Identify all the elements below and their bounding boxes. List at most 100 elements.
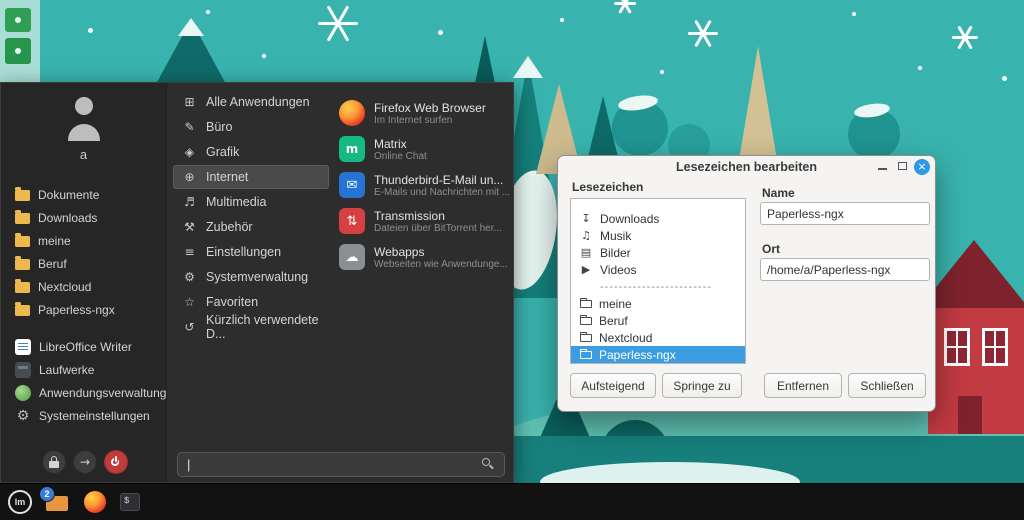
bookmark-paperless-ngx-selected[interactable]: Paperless-ngx bbox=[571, 346, 745, 363]
user-avatar[interactable] bbox=[60, 95, 108, 143]
bookmark-videos[interactable]: ▶ Videos bbox=[571, 261, 745, 278]
wallpaper-snow-cap bbox=[178, 18, 204, 36]
close-dialog-button[interactable]: Schließen bbox=[848, 373, 926, 398]
category-internet[interactable]: ⊕ Internet bbox=[173, 165, 329, 189]
bookmark-beruf[interactable]: Beruf bbox=[571, 312, 745, 329]
bookmark-downloads[interactable]: ↧ Downloads bbox=[571, 210, 745, 227]
sidebar-place-paperless-ngx[interactable]: Paperless-ngx bbox=[1, 298, 166, 321]
remove-button[interactable]: Entfernen bbox=[764, 373, 842, 398]
bookmarks-edit-dialog: Lesezeichen bearbeiten × Lesezeichen ↧ D… bbox=[557, 155, 936, 412]
sidebar-item-libreoffice-writer[interactable]: LibreOffice Writer bbox=[1, 335, 166, 358]
category-label: Favoriten bbox=[206, 295, 258, 309]
recent-icon: ↺ bbox=[182, 320, 197, 334]
files-window-button[interactable]: 2 bbox=[46, 493, 70, 511]
app-text: Thunderbird-E-Mail un... E-Mails und Nac… bbox=[374, 173, 510, 198]
app-description: Online Chat bbox=[374, 151, 427, 162]
app-description: E-Mails und Nachrichten mit ... bbox=[374, 187, 510, 198]
bookmark-separator: ------------------------ bbox=[571, 278, 745, 295]
snowflake-icon bbox=[614, 2, 636, 5]
logout-button[interactable]: → bbox=[73, 450, 97, 474]
firefox-taskbar-button[interactable] bbox=[84, 491, 106, 513]
application-list: Firefox Web Browser Im Internet surfen m… bbox=[335, 83, 515, 275]
category-buero[interactable]: ✎ Büro bbox=[173, 115, 329, 139]
username-label: a bbox=[1, 147, 166, 162]
folder-icon bbox=[15, 190, 30, 201]
dialog-titlebar[interactable]: Lesezeichen bearbeiten × bbox=[558, 156, 935, 178]
sidebar-item-systemeinstellungen[interactable]: ⚙ Systemeinstellungen bbox=[1, 404, 166, 427]
transmission-icon: ⇅ bbox=[339, 208, 365, 234]
category-zubehoer[interactable]: ⚒ Zubehör bbox=[173, 215, 329, 239]
app-thunderbird[interactable]: ✉ Thunderbird-E-Mail un... E-Mails und N… bbox=[335, 167, 515, 203]
category-favoriten[interactable]: ☆ Favoriten bbox=[173, 290, 329, 314]
minimize-button[interactable] bbox=[878, 168, 887, 170]
sidebar-item-laufwerke[interactable]: Laufwerke bbox=[1, 358, 166, 381]
mint-menu-button[interactable]: lm bbox=[8, 490, 32, 514]
graphics-icon: ◈ bbox=[182, 145, 197, 159]
category-label: Systemverwaltung bbox=[206, 270, 308, 284]
bookmark-musik[interactable]: ♫ Musik bbox=[571, 227, 745, 244]
ascending-button[interactable]: Aufsteigend bbox=[570, 373, 656, 398]
category-alle-anwendungen[interactable]: ⊞ Alle Anwendungen bbox=[173, 90, 329, 114]
jump-to-button[interactable]: Springe zu bbox=[662, 373, 742, 398]
category-systemverwaltung[interactable]: ⚙ Systemverwaltung bbox=[173, 265, 329, 289]
lock-screen-button[interactable] bbox=[42, 450, 66, 474]
places-list: Dokumente Downloads meine Beruf Nextclou… bbox=[1, 183, 166, 321]
bookmarks-list-label: Lesezeichen bbox=[572, 180, 643, 194]
app-name: Firefox Web Browser bbox=[374, 101, 486, 115]
session-buttons: → bbox=[42, 450, 128, 474]
category-grafik[interactable]: ◈ Grafik bbox=[173, 140, 329, 164]
taskbar-panel: lm 2 $ bbox=[0, 483, 1024, 520]
close-button[interactable]: × bbox=[914, 159, 930, 175]
software-manager-icon bbox=[15, 385, 31, 401]
drives-icon bbox=[15, 362, 31, 378]
wallpaper-house-window bbox=[982, 328, 1008, 366]
app-name: Transmission bbox=[374, 209, 502, 223]
maximize-button[interactable] bbox=[898, 162, 907, 170]
bookmarks-list[interactable]: ↧ Downloads ♫ Musik ▤ Bilder ▶ Videos --… bbox=[570, 198, 746, 364]
gear-icon: ⚙ bbox=[15, 408, 31, 424]
sidebar-item-anwendungsverwaltung[interactable]: Anwendungsverwaltung bbox=[1, 381, 166, 404]
place-label: Beruf bbox=[38, 257, 67, 271]
bookmark-meine[interactable]: meine bbox=[571, 295, 745, 312]
sidebar-place-nextcloud[interactable]: Nextcloud bbox=[1, 275, 166, 298]
video-icon: ▶ bbox=[579, 263, 593, 276]
location-input[interactable] bbox=[760, 258, 930, 281]
wallpaper-present bbox=[5, 38, 31, 64]
app-transmission[interactable]: ⇅ Transmission Dateien über BitTorrent h… bbox=[335, 203, 515, 239]
app-description: Dateien über BitTorrent her... bbox=[374, 223, 502, 234]
system-item-label: Systemeinstellungen bbox=[39, 409, 150, 423]
menu-search-input[interactable]: | bbox=[177, 452, 505, 477]
system-item-label: LibreOffice Writer bbox=[39, 340, 132, 354]
bookmark-bilder[interactable]: ▤ Bilder bbox=[571, 244, 745, 261]
sidebar-place-dokumente[interactable]: Dokumente bbox=[1, 183, 166, 206]
app-webapps[interactable]: ☁ Webapps Webseiten wie Anwendunge... bbox=[335, 239, 515, 275]
wallpaper-snow-dot bbox=[262, 54, 266, 58]
sidebar-place-beruf[interactable]: Beruf bbox=[1, 252, 166, 275]
location-field-label: Ort bbox=[762, 242, 780, 256]
wallpaper-snow-dot bbox=[438, 30, 443, 35]
globe-icon: ⊕ bbox=[182, 170, 197, 184]
power-button[interactable] bbox=[104, 450, 128, 474]
name-input[interactable] bbox=[760, 202, 930, 225]
firefox-icon bbox=[339, 100, 365, 126]
category-multimedia[interactable]: ♬ Multimedia bbox=[173, 190, 329, 214]
power-icon bbox=[110, 456, 122, 468]
sidebar-place-downloads[interactable]: Downloads bbox=[1, 206, 166, 229]
category-kuerzlich-verwendet[interactable]: ↺ Kürzlich verwendete D... bbox=[173, 315, 329, 339]
system-list: LibreOffice Writer Laufwerke Anwendungsv… bbox=[1, 335, 166, 427]
bookmark-nextcloud[interactable]: Nextcloud bbox=[571, 329, 745, 346]
app-description: Webseiten wie Anwendunge... bbox=[374, 259, 508, 270]
wallpaper-house-door bbox=[958, 396, 982, 434]
sidebar-place-meine[interactable]: meine bbox=[1, 229, 166, 252]
lock-icon bbox=[49, 461, 59, 468]
app-matrix[interactable]: m Matrix Online Chat bbox=[335, 131, 515, 167]
terminal-window-button[interactable]: $ bbox=[120, 493, 140, 511]
category-einstellungen[interactable]: ≡ Einstellungen bbox=[173, 240, 329, 264]
bookmark-label: meine bbox=[599, 297, 632, 311]
app-firefox[interactable]: Firefox Web Browser Im Internet surfen bbox=[335, 95, 515, 131]
wallpaper-beige-tree bbox=[738, 46, 778, 166]
separator-label: ------------------------ bbox=[600, 281, 712, 293]
name-field-label: Name bbox=[762, 186, 795, 200]
wallpaper-snow-cap bbox=[513, 56, 543, 78]
menu-sidebar: a Dokumente Downloads meine Beruf bbox=[1, 83, 167, 482]
